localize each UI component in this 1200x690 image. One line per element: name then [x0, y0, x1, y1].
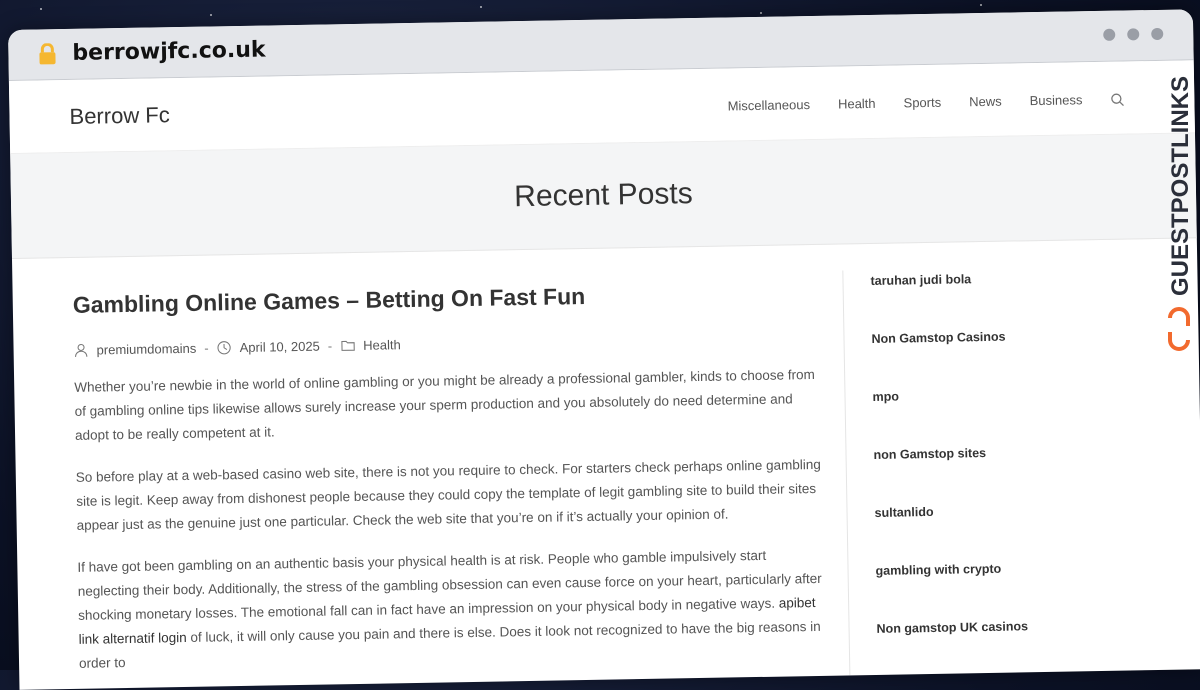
post-paragraph: Whether you’re newbie in the world of on…	[74, 366, 815, 443]
page-hero: Recent Posts	[10, 132, 1197, 259]
search-icon[interactable]	[1110, 92, 1124, 106]
window-dot[interactable]	[1151, 27, 1164, 41]
browser-window: berrowjfc.co.uk Berrow Fc Miscellaneous …	[8, 9, 1200, 690]
site-brand[interactable]: Berrow Fc	[69, 102, 170, 130]
post-paragraph-text: If have got been gambling on an authenti…	[77, 547, 822, 623]
sidebar-link[interactable]: Non gamstop UK casinos	[876, 617, 1157, 680]
star	[480, 6, 482, 8]
post-paragraph: So before play at a web-based casino web…	[75, 456, 822, 533]
sidebar-divider	[842, 270, 852, 690]
sidebar-link[interactable]: Non Gamstop Casinos	[871, 327, 1152, 390]
star	[40, 8, 42, 10]
nav-item-business[interactable]: Business	[1030, 92, 1083, 108]
guestpostlinks-watermark: GUESTPOSTLINKS	[1167, 76, 1194, 351]
meta-separator: -	[327, 338, 333, 354]
post-paragraph-text: of luck, it will only cause you pain and…	[78, 618, 821, 671]
link-icon	[1168, 307, 1190, 351]
window-dot[interactable]	[1127, 28, 1140, 41]
nav-item-health[interactable]: Health	[838, 96, 876, 112]
star	[760, 12, 762, 14]
star	[980, 4, 982, 6]
post-meta: premiumdomains - April 10, 2025 - Health	[73, 330, 823, 358]
address-bar-url[interactable]: berrowjfc.co.uk	[72, 38, 266, 66]
nav-item-news[interactable]: News	[969, 94, 1002, 110]
user-icon	[75, 343, 88, 357]
star	[210, 14, 212, 16]
lock-icon	[39, 43, 56, 65]
sidebar-link[interactable]: mpo	[872, 385, 1153, 448]
sidebar-link[interactable]: sultanlido	[874, 501, 1155, 564]
folder-icon	[340, 340, 355, 351]
meta-separator: -	[204, 340, 209, 356]
post-article: Gambling Online Games – Betting On Fast …	[73, 279, 830, 676]
main-nav: Miscellaneous Health Sports News Busines…	[728, 92, 1125, 113]
sidebar-link[interactable]: gambling with crypto	[875, 559, 1156, 622]
watermark-text: GUESTPOSTLINKS	[1167, 76, 1194, 296]
window-dot[interactable]	[1103, 28, 1116, 41]
sidebar-link[interactable]: non Gamstop sites	[873, 443, 1154, 506]
nav-item-sports[interactable]: Sports	[903, 95, 941, 111]
sidebar-link[interactable]: taruhan judi bola	[870, 269, 1151, 332]
post-author[interactable]: premiumdomains	[96, 341, 196, 358]
window-controls	[1103, 27, 1164, 41]
sidebar: taruhan judi bola Non Gamstop Casinos mp…	[870, 269, 1157, 680]
post-category[interactable]: Health	[363, 337, 401, 353]
post-title[interactable]: Gambling Online Games – Betting On Fast …	[73, 279, 823, 319]
clock-icon	[217, 341, 231, 355]
page-title: Recent Posts	[513, 177, 693, 214]
nav-item-miscellaneous[interactable]: Miscellaneous	[728, 97, 811, 113]
post-paragraph: If have got been gambling on an authenti…	[77, 543, 829, 676]
post-date: April 10, 2025	[239, 338, 320, 356]
